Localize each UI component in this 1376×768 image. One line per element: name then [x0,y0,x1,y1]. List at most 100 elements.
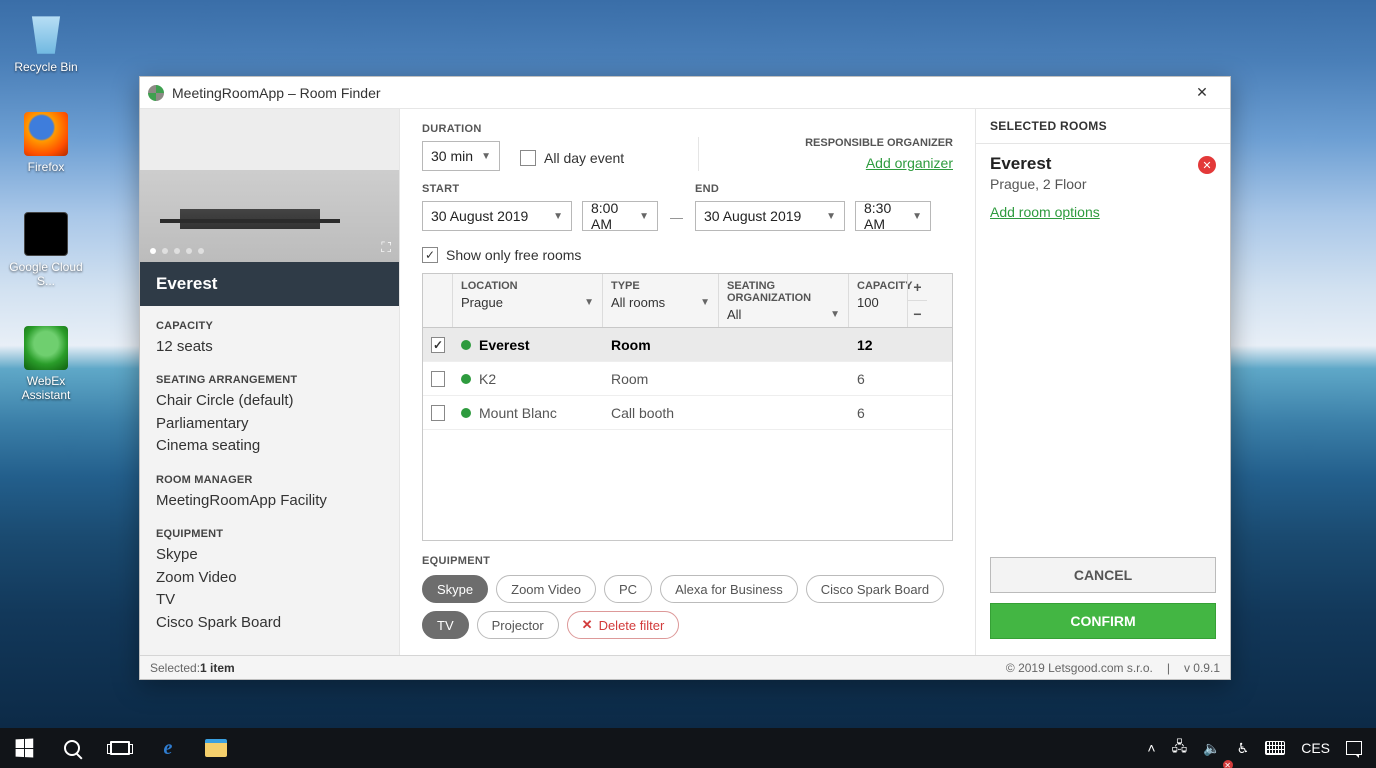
tray-volume[interactable]: 🔈✕ [1195,728,1228,768]
finder-panel: DURATION 30 min▼ All day event RESPONSIB… [400,109,975,655]
status-available-icon [461,340,471,350]
col-type-label: TYPE [611,280,710,292]
desktop-icon-firefox[interactable]: Firefox [8,108,84,178]
desktop-icon-google-cloud[interactable]: Google Cloud S... [8,208,84,292]
close-button[interactable]: ✕ [1182,79,1222,107]
chip-zoom[interactable]: Zoom Video [496,575,596,603]
chevron-down-icon: ▼ [826,211,836,222]
tray-network[interactable]: 🖧 [1164,728,1196,768]
remove-room-button[interactable]: ✕ [1198,156,1216,174]
taskbar-ie[interactable]: e [144,728,192,768]
end-time-input[interactable]: 8:30 AM▼ [855,201,931,231]
end-date-input[interactable]: 30 August 2019▼ [695,201,845,231]
chevron-down-icon: ▼ [830,309,840,320]
start-date-input[interactable]: 30 August 2019▼ [422,201,572,231]
taskbar-file-explorer[interactable] [192,728,240,768]
titlebar[interactable]: MeetingRoomApp – Room Finder ✕ [140,77,1230,109]
room-photo[interactable]: ⛶ [140,109,399,262]
selected-room-item: Everest Prague, 2 Floor ✕ [976,144,1230,198]
chip-projector[interactable]: Projector [477,611,559,639]
chip-skype[interactable]: Skype [422,575,488,603]
chip-tv[interactable]: TV [422,611,469,639]
show-free-label: Show only free rooms [446,247,581,263]
grid-header: LOCATION Prague▼ TYPE All rooms▼ SEATING… [423,274,952,328]
expand-icon[interactable]: ⛶ [381,239,391,256]
room-detail-panel: ⛶ Everest CAPACITY 12 seats SEATING ARRA… [140,109,400,655]
desktop-icon-recycle-bin[interactable]: Recycle Bin [8,8,84,78]
location-filter[interactable]: Prague▼ [461,295,594,313]
chevron-down-icon: ▼ [584,297,594,308]
capacity-filter[interactable]: 100 [857,295,899,313]
cancel-button[interactable]: CANCEL [990,557,1216,593]
delete-icon: ✕ [582,617,593,633]
add-room-options-link[interactable]: Add room options [976,198,1230,234]
confirm-button[interactable]: CONFIRM [990,603,1216,639]
chip-delete-filter[interactable]: ✕Delete filter [567,611,680,639]
tray-language[interactable]: CES [1293,728,1338,768]
chevron-up-icon: ˄ [1147,740,1155,756]
capacity-value: 12 seats [156,336,383,359]
equipment-label: EQUIPMENT [156,528,383,540]
grid-body[interactable]: Everest Room 12 K2 Room 6 Mount [423,328,952,540]
chevron-down-icon: ▼ [912,211,922,222]
add-organizer-link[interactable]: Add organizer [866,155,953,171]
capacity-increase[interactable]: + [908,274,927,301]
accessibility-icon: ♿︎ [1237,740,1250,757]
statusbar-selected-count: 1 item [200,661,235,675]
manager-value: MeetingRoomApp Facility [156,490,383,513]
chevron-down-icon: ▼ [553,211,563,222]
chip-alexa[interactable]: Alexa for Business [660,575,798,603]
start-button[interactable] [0,728,48,768]
show-free-checkbox[interactable] [422,247,438,263]
col-capacity-label: CAPACITY [857,280,899,292]
room-row[interactable]: Everest Room 12 [423,328,952,362]
type-filter[interactable]: All rooms▼ [611,295,710,313]
chip-cisco[interactable]: Cisco Spark Board [806,575,944,603]
folder-icon [205,739,227,757]
close-icon: ✕ [1196,84,1208,101]
muted-icon: ✕ [1223,760,1233,768]
taskview-icon [110,741,130,755]
room-row[interactable]: Mount Blanc Call booth 6 [423,396,952,430]
room-row[interactable]: K2 Room 6 [423,362,952,396]
chip-pc[interactable]: PC [604,575,652,603]
chevron-down-icon: ▼ [700,297,710,308]
tray-chevron[interactable]: ˄ [1139,728,1163,768]
tray-ease-of-access[interactable]: ♿︎ [1229,728,1258,768]
equipment-value: TV [156,589,383,612]
desktop-icon-label: Google Cloud S... [9,260,82,288]
carousel-dots[interactable] [150,248,204,254]
keyboard-icon [1265,741,1285,755]
app-icon [148,85,164,101]
duration-select[interactable]: 30 min▼ [422,141,500,171]
chevron-down-icon: ▼ [639,211,649,222]
row-checkbox[interactable] [431,371,445,387]
desktop-icon-label: Firefox [28,160,65,174]
tray-keyboard[interactable] [1257,728,1293,768]
notification-icon [1346,741,1362,755]
statusbar: Selected: 1 item © 2019 Letsgood.com s.r… [140,655,1230,679]
row-checkbox[interactable] [431,337,445,353]
status-available-icon [461,408,471,418]
seating-filter[interactable]: All▼ [727,307,840,325]
taskbar-taskview[interactable] [96,728,144,768]
taskbar-search[interactable] [48,728,96,768]
firefox-icon [24,112,68,156]
webex-icon [24,326,68,370]
google-cloud-icon [24,212,68,256]
windows-icon [16,739,34,758]
network-icon: 🖧 [1172,736,1188,760]
statusbar-copyright: © 2019 Letsgood.com s.r.o. [1006,661,1153,675]
tray-notifications[interactable] [1338,728,1370,768]
seating-value: Chair Circle (default) [156,390,383,413]
rooms-grid: LOCATION Prague▼ TYPE All rooms▼ SEATING… [422,273,953,541]
start-time-input[interactable]: 8:00 AM▼ [582,201,658,231]
equipment-value: Zoom Video [156,567,383,590]
manager-label: ROOM MANAGER [156,474,383,486]
statusbar-selected-label: Selected: [150,661,200,675]
capacity-decrease[interactable]: − [908,301,927,327]
all-day-checkbox[interactable] [520,150,536,166]
row-checkbox[interactable] [431,405,445,421]
room-details: CAPACITY 12 seats SEATING ARRANGEMENT Ch… [140,306,399,655]
desktop-icon-webex[interactable]: WebEx Assistant [8,322,84,406]
